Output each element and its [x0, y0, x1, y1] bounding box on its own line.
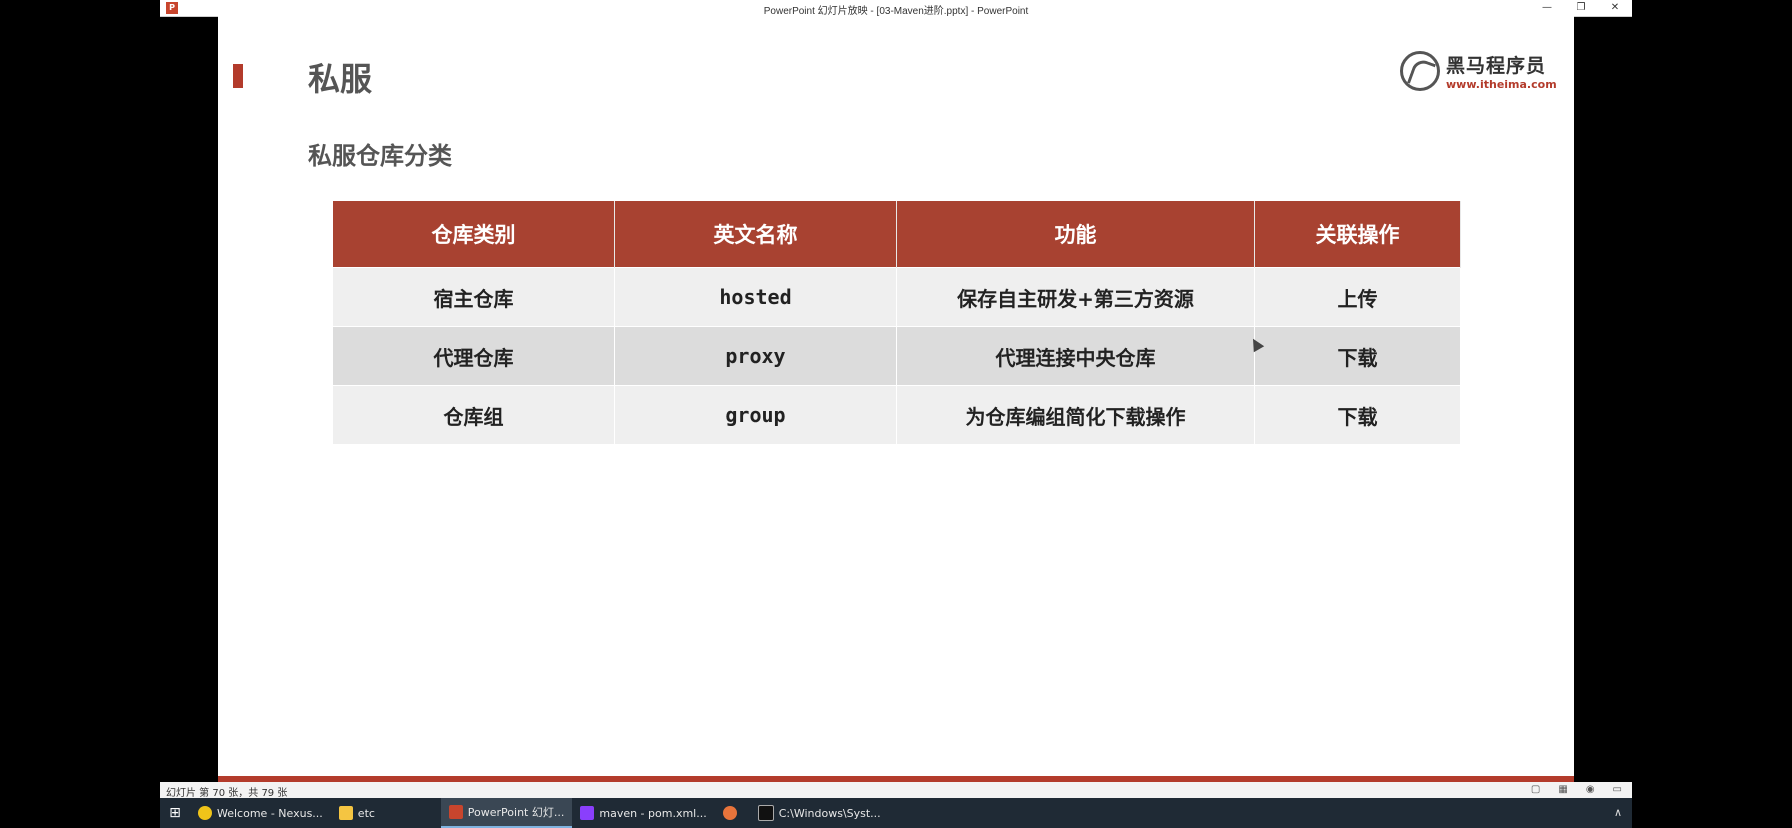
close-button[interactable]: ✕	[1598, 0, 1632, 16]
taskbar-item-label: maven - pom.xml...	[599, 806, 707, 820]
intellij-icon	[580, 806, 595, 820]
logo-url: www.itheima.com	[1446, 78, 1557, 91]
cell-english-name: proxy	[614, 326, 897, 386]
sorter-view-icon[interactable]: ▦	[1558, 784, 1567, 795]
window-title: PowerPoint 幻灯片放映 - [03-Maven进阶.pptx] - P…	[763, 6, 1029, 17]
taskbar-item-explorer[interactable]: etc	[331, 798, 441, 828]
taskbar-item-cmd[interactable]: C:\Windows\Syst...	[750, 798, 889, 828]
table-row: 仓库组 group 为仓库编组简化下载操作 下载	[333, 385, 1461, 444]
taskbar-item-label: etc	[357, 806, 375, 820]
repository-table: 仓库类别 英文名称 功能 关联操作 宿主仓库 hosted 保存自主研发+第三方…	[333, 201, 1461, 444]
slide-subtitle: 私服仓库分类	[308, 142, 452, 170]
taskbar-item-label: C:\Windows\Syst...	[778, 806, 881, 820]
slideshow-icon[interactable]: ▭	[1613, 784, 1622, 795]
restore-button[interactable]: ❐	[1564, 0, 1598, 16]
header-english-name: 英文名称	[614, 201, 897, 268]
cell-operation: 下载	[1254, 326, 1461, 386]
taskbar-item-label: PowerPoint 幻灯...	[467, 806, 565, 819]
taskbar-item-app[interactable]	[715, 798, 750, 828]
powerpoint-icon	[448, 805, 463, 819]
cell-function: 保存自主研发+第三方资源	[896, 267, 1255, 327]
cell-english-name: group	[614, 385, 897, 444]
cell-category: 代理仓库	[333, 326, 615, 386]
windows-start-icon[interactable]: ⊞	[160, 798, 190, 828]
minimize-button[interactable]: —	[1530, 0, 1564, 16]
itheima-logo: 黑马程序员 www.itheima.com	[1400, 49, 1557, 93]
slide[interactable]: 私服 私服仓库分类 黑马程序员 www.itheima.com 仓库类别 英文名…	[218, 16, 1574, 782]
app-icon	[722, 806, 737, 820]
slide-title: 私服	[308, 60, 373, 98]
cell-function: 代理连接中央仓库	[896, 326, 1255, 386]
table-row: 代理仓库 proxy 代理连接中央仓库 下载	[333, 326, 1461, 386]
taskbar-item-intellij[interactable]: maven - pom.xml...	[572, 798, 714, 828]
cell-operation: 上传	[1254, 267, 1461, 327]
horse-logo-icon	[1400, 51, 1440, 91]
slide-counter: 幻灯片 第 70 张，共 79 张	[166, 788, 288, 799]
taskbar-item-powerpoint[interactable]: PowerPoint 幻灯...	[440, 798, 573, 828]
cell-english-name: hosted	[614, 267, 897, 327]
header-category: 仓库类别	[333, 201, 615, 268]
cell-function: 为仓库编组简化下载操作	[896, 385, 1255, 444]
powerpoint-window: P PowerPoint 幻灯片放映 - [03-Maven进阶.pptx] -…	[160, 0, 1632, 828]
header-operation: 关联操作	[1254, 201, 1461, 268]
cell-category: 宿主仓库	[333, 267, 615, 327]
taskbar-item-chrome[interactable]: Welcome - Nexus...	[190, 798, 331, 828]
header-function: 功能	[896, 201, 1255, 268]
terminal-icon	[757, 805, 774, 821]
chrome-icon	[198, 806, 212, 820]
reading-view-icon[interactable]: ◉	[1586, 784, 1595, 795]
taskbar-item-label: Welcome - Nexus...	[217, 806, 323, 820]
normal-view-icon[interactable]: ▢	[1531, 784, 1540, 795]
folder-icon	[338, 806, 353, 820]
table-header-row: 仓库类别 英文名称 功能 关联操作	[333, 201, 1461, 268]
cell-category: 仓库组	[333, 385, 615, 444]
table-row: 宿主仓库 hosted 保存自主研发+第三方资源 上传	[333, 267, 1461, 327]
logo-name: 黑马程序员	[1446, 55, 1547, 77]
status-bar: 幻灯片 第 70 张，共 79 张 ▢ ▦ ◉ ▭	[160, 782, 1632, 799]
title-bar: P PowerPoint 幻灯片放映 - [03-Maven进阶.pptx] -…	[160, 0, 1632, 17]
cell-operation: 下载	[1254, 385, 1461, 444]
windows-taskbar: ⊞ Welcome - Nexus... etc PowerPoint 幻灯..…	[160, 798, 1632, 828]
title-accent-bar	[233, 64, 243, 88]
tray-expand-icon[interactable]: ∧	[1614, 806, 1622, 819]
